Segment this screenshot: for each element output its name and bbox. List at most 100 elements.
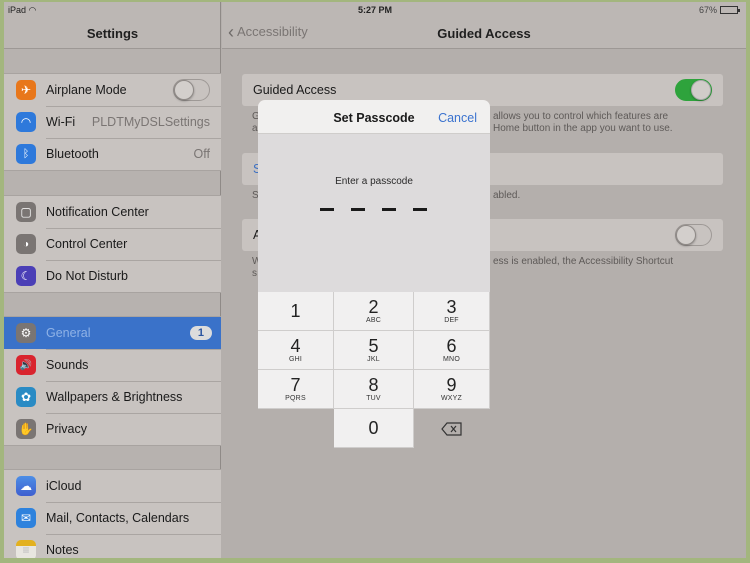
keypad-key-3[interactable]: 3 DEF: [414, 292, 490, 331]
ipad-screen: iPad ◠ 5:27 PM 67% Settings ✈ Airplane M…: [4, 2, 746, 558]
sidebar-item-general[interactable]: ⚙ General 1: [4, 317, 221, 349]
key-letters: ABC: [366, 317, 381, 324]
wifi-network-value: PLDTMyDSLSettings: [91, 115, 210, 129]
sidebar-item-icloud[interactable]: ☁ iCloud: [4, 470, 221, 502]
toggle-knob: [691, 80, 711, 100]
dialog-header: Set Passcode Cancel: [258, 100, 490, 134]
toggle-knob: [676, 225, 696, 245]
status-bar: iPad ◠ 5:27 PM 67%: [4, 2, 746, 18]
key-digit: 4: [290, 336, 301, 356]
hand-icon: ✋: [16, 419, 36, 439]
sidebar-item-label: Bluetooth: [46, 147, 99, 161]
passcode-footer: abled.: [493, 190, 521, 201]
keypad-key-2[interactable]: 2 ABC: [334, 292, 414, 331]
mail-icon: ✉: [16, 508, 36, 528]
passcode-entry-area: Enter a passcode: [258, 134, 490, 292]
sidebar-item-label: Airplane Mode: [46, 83, 127, 97]
sidebar-item-notes[interactable]: ≡ Notes: [4, 534, 221, 558]
keypad-key-6[interactable]: 6 MNO: [414, 331, 490, 370]
sidebar-item-label: Sounds: [46, 358, 89, 372]
passcode-prompt: Enter a passcode: [335, 176, 413, 187]
key-digit: 8: [368, 375, 379, 395]
sidebar-item-wallpapers-brightness[interactable]: ✿ Wallpapers & Brightness: [4, 381, 221, 413]
key-digit: 5: [368, 336, 379, 356]
keypad-key-4[interactable]: 4 GHI: [258, 331, 334, 370]
key-letters: JKL: [367, 356, 380, 363]
guided-access-label: Guided Access: [253, 83, 337, 97]
key-letters: WXYZ: [440, 395, 463, 402]
key-digit: 0: [368, 418, 379, 438]
sidebar-item-notification-center[interactable]: ▢ Notification Center: [4, 196, 221, 228]
sidebar-item-label: Wallpapers & Brightness: [46, 390, 183, 404]
key-letters: PQRS: [285, 395, 306, 402]
passcode-digit-slot: [351, 208, 365, 211]
sidebar-item-airplane-mode[interactable]: ✈ Airplane Mode: [4, 74, 221, 106]
key-digit: 6: [446, 336, 457, 356]
passcode-digit-slot: [413, 208, 427, 211]
key-letters: GHI: [288, 356, 303, 363]
guided-access-toggle[interactable]: [675, 79, 712, 101]
sidebar-item-label: General: [46, 326, 91, 340]
cancel-button[interactable]: Cancel: [438, 111, 477, 125]
settings-group-accounts: ☁ iCloud ✉ Mail, Contacts, Calendars ≡ N…: [4, 469, 221, 558]
sidebar-item-label: Notification Center: [46, 205, 149, 219]
key-letters: DEF: [444, 317, 459, 324]
key-digit: 3: [446, 297, 457, 317]
notes-icon: ≡: [16, 540, 36, 558]
sidebar-item-wifi[interactable]: ◠ Wi-Fi PLDTMyDSLSettings: [4, 106, 221, 138]
key-letters: MNO: [443, 356, 460, 363]
sidebar-item-label: Privacy: [46, 422, 87, 436]
wifi-icon: ◠: [16, 112, 36, 132]
shortcut-footer: ess is enabled, the Accessibility Shortc…: [493, 256, 674, 267]
key-digit: 9: [446, 375, 457, 395]
passcode-digit-slots: [320, 208, 427, 211]
keypad-key-1[interactable]: 1: [258, 292, 334, 331]
keypad-key-7[interactable]: 7 PQRS: [258, 370, 334, 409]
status-time: 5:27 PM: [357, 5, 392, 15]
flower-icon: ✿: [16, 387, 36, 407]
bluetooth-icon: ᛒ: [16, 144, 36, 164]
keypad-blank: [258, 409, 334, 448]
speaker-icon: 🔊: [16, 355, 36, 375]
moon-icon: ☾: [16, 266, 36, 286]
cloud-icon: ☁: [16, 476, 36, 496]
sidebar-item-sounds[interactable]: 🔊 Sounds: [4, 349, 221, 381]
toggle-knob: [174, 80, 194, 100]
sidebar-title: Settings: [86, 26, 139, 41]
battery-icon: [720, 6, 740, 14]
sidebar-item-label: iCloud: [46, 479, 82, 493]
gear-icon: ⚙: [16, 323, 36, 343]
notification-center-icon: ▢: [16, 202, 36, 222]
key-digit: 7: [290, 375, 301, 395]
sidebar-item-label: Notes: [46, 543, 79, 557]
backspace-icon: [441, 421, 462, 436]
key-digit: 2: [368, 297, 379, 317]
keypad-key-8[interactable]: 8 TUV: [334, 370, 414, 409]
airplane-mode-toggle[interactable]: [173, 79, 210, 101]
sidebar-item-do-not-disturb[interactable]: ☾ Do Not Disturb: [4, 260, 221, 292]
keypad-key-0[interactable]: 0: [334, 409, 414, 448]
airplane-icon: ✈: [16, 80, 36, 100]
bluetooth-value: Off: [193, 147, 210, 161]
sidebar-item-label: Mail, Contacts, Calendars: [46, 511, 190, 525]
keypad-key-9[interactable]: 9 WXYZ: [414, 370, 490, 409]
settings-sidebar: Settings ✈ Airplane Mode ◠ Wi-Fi PLDTMyD…: [4, 2, 221, 558]
page-title: Guided Access: [437, 26, 531, 41]
settings-group-centers: ▢ Notification Center ◑ Control Center ☾…: [4, 195, 221, 293]
accessibility-shortcut-toggle[interactable]: [675, 224, 712, 246]
sidebar-item-bluetooth[interactable]: ᛒ Bluetooth Off: [4, 138, 221, 170]
settings-group-connectivity: ✈ Airplane Mode ◠ Wi-Fi PLDTMyDSLSetting…: [4, 73, 221, 171]
sidebar-item-label: Control Center: [46, 237, 128, 251]
delete-key[interactable]: [414, 409, 490, 448]
key-digit: 1: [290, 301, 301, 321]
keypad-key-5[interactable]: 5 JKL: [334, 331, 414, 370]
sidebar-item-label: Do Not Disturb: [46, 269, 128, 283]
sidebar-item-privacy[interactable]: ✋ Privacy: [4, 413, 221, 445]
control-center-icon: ◑: [16, 234, 36, 254]
sidebar-item-control-center[interactable]: ◑ Control Center: [4, 228, 221, 260]
settings-group-general: ⚙ General 1 🔊 Sounds ✿ Wallpapers & Brig…: [4, 316, 221, 446]
set-passcode-dialog: Set Passcode Cancel Enter a passcode 1 2A…: [258, 100, 490, 448]
key-letters: TUV: [366, 395, 381, 402]
sidebar-item-mail-contacts-calendars[interactable]: ✉ Mail, Contacts, Calendars: [4, 502, 221, 534]
numeric-keypad: 1 2 ABC 3 DEF 4 GHI 5 JKL 6 MNO 7 PQRS 8 TUV 9 WXYZ 0: [258, 292, 490, 448]
